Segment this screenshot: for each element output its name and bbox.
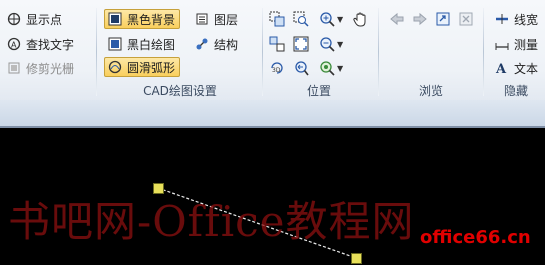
watermark-logo: office66.cn	[420, 227, 531, 248]
line-end-grip[interactable]	[351, 253, 362, 264]
watermark-text: 书吧网-Office教程网	[8, 197, 415, 246]
